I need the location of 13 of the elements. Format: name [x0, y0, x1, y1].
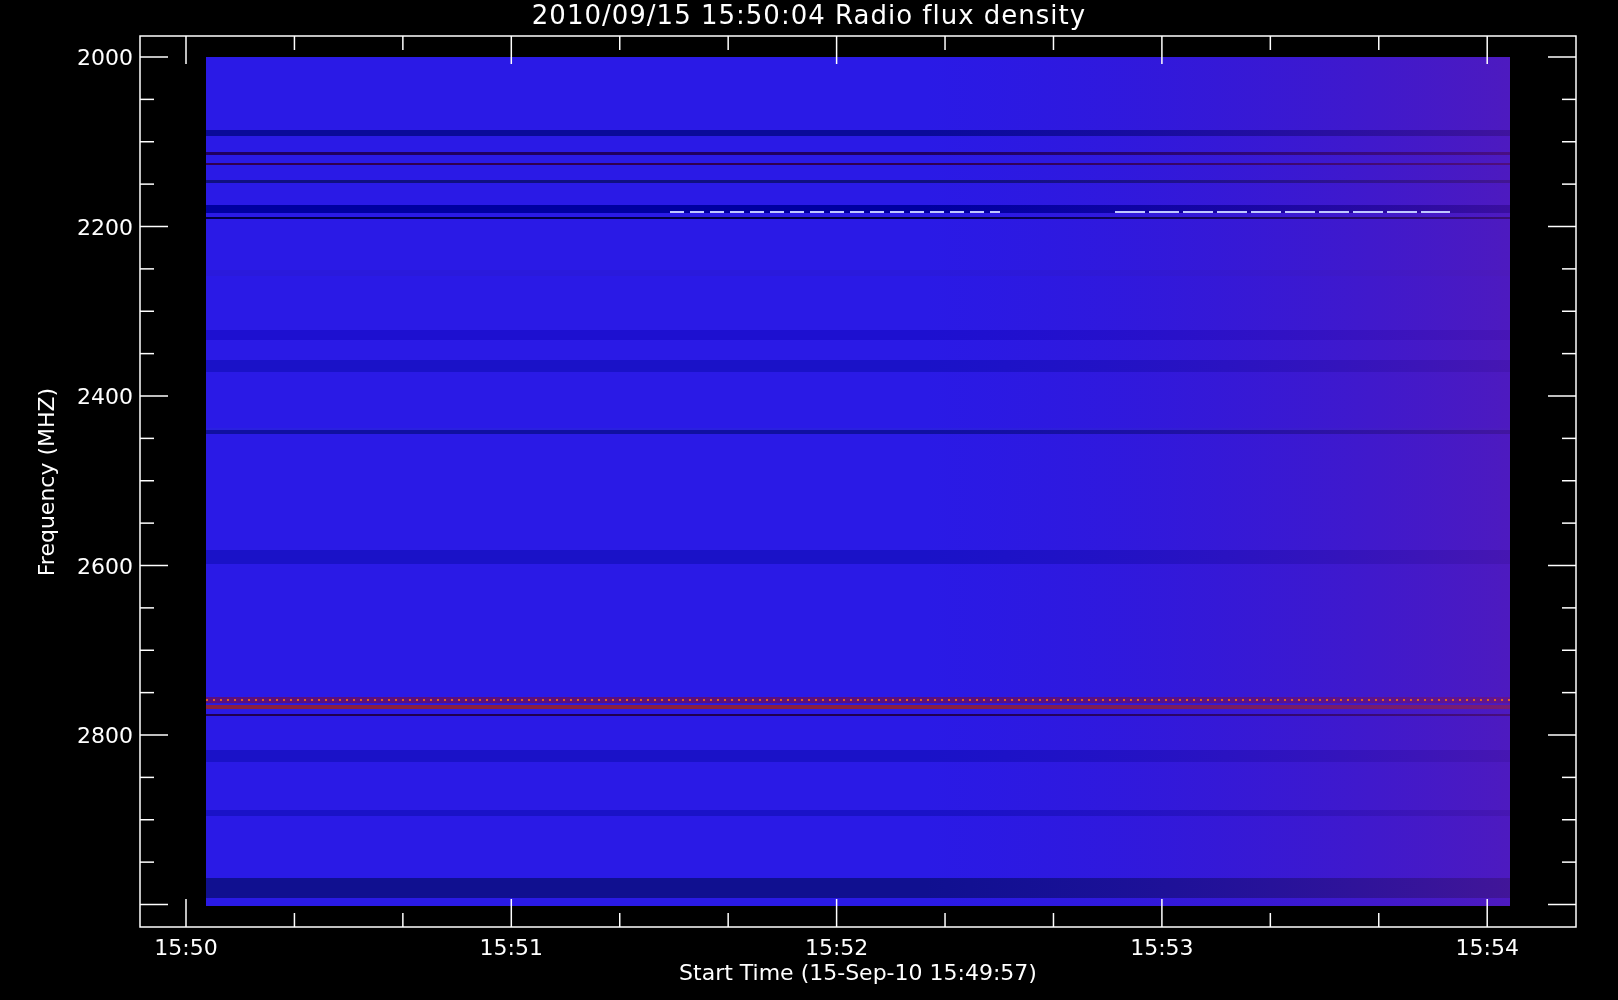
y-tick-label: 2400 [77, 384, 133, 409]
x-axis-label: Start Time (15-Sep-10 15:49:57) [679, 960, 1037, 985]
y-tick-label: 2800 [77, 723, 133, 748]
x-tick-label: 15:52 [804, 935, 869, 960]
y-tick-label: 2000 [77, 45, 133, 70]
y-tick-label: 2200 [77, 214, 133, 240]
y-axis-label: Frequency (MHZ) [34, 387, 59, 577]
x-tick-label: 15:51 [479, 935, 543, 960]
x-tick-label: 15:53 [1130, 935, 1194, 960]
y-tick-label: 2600 [77, 553, 133, 579]
x-tick-label: 15:54 [1455, 935, 1519, 960]
plot-title: 2010/09/15 15:50:04 Radio flux density [531, 0, 1087, 30]
x-tick-label: 15:50 [154, 935, 218, 960]
